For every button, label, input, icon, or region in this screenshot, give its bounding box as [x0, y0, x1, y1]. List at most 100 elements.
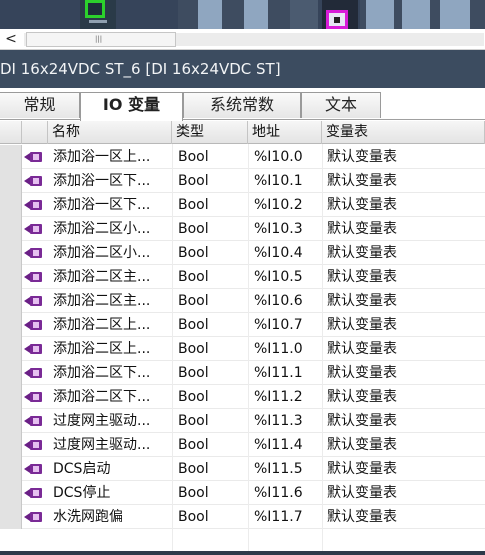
tag-table-cell[interactable]: 默认变量表 [327, 409, 477, 433]
tab-io-tags[interactable]: IO 变量 [80, 92, 183, 121]
tag-name-cell[interactable]: 添加浴二区小... [53, 217, 171, 241]
row-selector[interactable] [0, 193, 22, 217]
table-row[interactable]: 过度网主驱动... Bool %I11.4 默认变量表 [0, 433, 485, 457]
row-selector[interactable] [0, 409, 22, 433]
tag-name-cell[interactable]: 添加浴二区主... [53, 265, 171, 289]
tag-name-cell[interactable]: 添加浴二区上... [53, 337, 171, 361]
table-row[interactable]: 水洗网跑偏 Bool %I11.7 默认变量表 [0, 505, 485, 529]
tag-address-cell[interactable]: %I10.2 [254, 193, 320, 217]
module-slots-group[interactable] [178, 0, 318, 29]
tag-table-cell[interactable]: 默认变量表 [327, 337, 477, 361]
row-selector[interactable] [0, 457, 22, 481]
row-selector[interactable] [0, 217, 22, 241]
tag-address-cell[interactable]: %I10.5 [254, 265, 320, 289]
tag-table-cell[interactable]: 默认变量表 [327, 361, 477, 385]
row-selector[interactable] [0, 361, 22, 385]
tag-type-cell[interactable]: Bool [178, 289, 246, 313]
row-selector[interactable] [0, 481, 22, 505]
tag-type-cell[interactable]: Bool [178, 361, 246, 385]
header-tag-table[interactable]: 变量表 [322, 121, 485, 144]
tag-table-cell[interactable]: 默认变量表 [327, 145, 477, 169]
row-selector[interactable] [0, 241, 22, 265]
tag-table-cell[interactable]: 默认变量表 [327, 505, 477, 529]
header-select-column[interactable] [0, 121, 22, 144]
tag-table-cell[interactable]: 默认变量表 [327, 217, 477, 241]
header-type[interactable]: 类型 [172, 121, 248, 144]
tag-table-cell[interactable]: 默认变量表 [327, 433, 477, 457]
table-row[interactable]: 添加浴一区下... Bool %I10.1 默认变量表 [0, 169, 485, 193]
header-name[interactable]: 名称 [48, 121, 172, 144]
table-row[interactable]: DCS停止 Bool %I11.6 默认变量表 [0, 481, 485, 505]
tag-address-cell[interactable]: %I11.6 [254, 481, 320, 505]
table-row[interactable]: DCS启动 Bool %I11.5 默认变量表 [0, 457, 485, 481]
module-slots-group-right[interactable] [360, 0, 485, 29]
tag-name-cell[interactable]: 添加浴二区下... [53, 361, 171, 385]
table-row[interactable]: 添加浴二区小... Bool %I10.4 默认变量表 [0, 241, 485, 265]
tag-type-cell[interactable]: Bool [178, 241, 246, 265]
tag-address-cell[interactable]: %I11.3 [254, 409, 320, 433]
tab-general[interactable]: 常规 [0, 92, 80, 118]
tag-name-cell[interactable]: 添加浴一区上... [53, 145, 171, 169]
tag-table-cell[interactable]: 默认变量表 [327, 313, 477, 337]
tag-type-cell[interactable]: Bool [178, 193, 246, 217]
tag-table-cell[interactable]: 默认变量表 [327, 265, 477, 289]
tag-type-cell[interactable]: Bool [178, 313, 246, 337]
tag-name-cell[interactable]: 添加浴二区下... [53, 385, 171, 409]
tag-address-cell[interactable]: %I11.1 [254, 361, 320, 385]
tag-address-cell[interactable]: %I10.3 [254, 217, 320, 241]
tag-address-cell[interactable]: %I11.5 [254, 457, 320, 481]
tag-address-cell[interactable]: %I10.0 [254, 145, 320, 169]
table-row[interactable]: 添加浴一区上... Bool %I10.0 默认变量表 [0, 145, 485, 169]
row-selector[interactable] [0, 337, 22, 361]
header-address[interactable]: 地址 [248, 121, 322, 144]
tag-table-cell[interactable]: 默认变量表 [327, 481, 477, 505]
tab-system-constants[interactable]: 系统常数 [183, 92, 301, 118]
tag-type-cell[interactable]: Bool [178, 217, 246, 241]
tag-table-cell[interactable]: 默认变量表 [327, 457, 477, 481]
tag-name-cell[interactable]: 添加浴二区小... [53, 241, 171, 265]
row-selector[interactable] [0, 313, 22, 337]
module-status-green[interactable] [80, 0, 116, 29]
tag-address-cell[interactable]: %I11.0 [254, 337, 320, 361]
tag-type-cell[interactable]: Bool [178, 265, 246, 289]
table-row[interactable]: 添加浴一区下... Bool %I10.2 默认变量表 [0, 193, 485, 217]
tag-type-cell[interactable]: Bool [178, 385, 246, 409]
table-row[interactable]: 过度网主驱动... Bool %I11.3 默认变量表 [0, 409, 485, 433]
scroll-left-arrow-icon[interactable]: < [2, 31, 20, 47]
tag-name-cell[interactable]: DCS停止 [53, 481, 171, 505]
row-selector[interactable] [0, 169, 22, 193]
tag-name-cell[interactable]: 水洗网跑偏 [53, 505, 171, 529]
table-row[interactable]: 添加浴二区上... Bool %I11.0 默认变量表 [0, 337, 485, 361]
tag-type-cell[interactable]: Bool [178, 457, 246, 481]
tag-address-cell[interactable]: %I10.4 [254, 241, 320, 265]
row-selector[interactable] [0, 433, 22, 457]
tag-name-cell[interactable]: 添加浴一区下... [53, 193, 171, 217]
table-row[interactable]: 添加浴二区上... Bool %I10.7 默认变量表 [0, 313, 485, 337]
table-row[interactable]: 添加浴二区小... Bool %I10.3 默认变量表 [0, 217, 485, 241]
tag-name-cell[interactable]: 添加浴一区下... [53, 169, 171, 193]
row-selector[interactable] [0, 145, 22, 169]
tag-type-cell[interactable]: Bool [178, 169, 246, 193]
tag-table-cell[interactable]: 默认变量表 [327, 169, 477, 193]
horizontal-scrollbar[interactable]: < ||| [0, 29, 485, 50]
tag-table-cell[interactable]: 默认变量表 [327, 385, 477, 409]
tab-texts[interactable]: 文本 [301, 92, 381, 118]
tag-table-cell[interactable]: 默认变量表 [327, 289, 477, 313]
row-selector[interactable] [0, 505, 22, 529]
tag-type-cell[interactable]: Bool [178, 433, 246, 457]
tag-type-cell[interactable]: Bool [178, 481, 246, 505]
tag-name-cell[interactable]: 添加浴二区上... [53, 313, 171, 337]
tag-name-cell[interactable]: DCS启动 [53, 457, 171, 481]
tag-address-cell[interactable]: %I11.2 [254, 385, 320, 409]
table-row[interactable]: 添加浴二区下... Bool %I11.1 默认变量表 [0, 361, 485, 385]
tag-type-cell[interactable]: Bool [178, 409, 246, 433]
table-row[interactable]: 添加浴二区主... Bool %I10.5 默认变量表 [0, 265, 485, 289]
selected-module[interactable] [322, 0, 358, 29]
tag-address-cell[interactable]: %I10.7 [254, 313, 320, 337]
tag-address-cell[interactable]: %I11.7 [254, 505, 320, 529]
tag-address-cell[interactable]: %I10.6 [254, 289, 320, 313]
tag-name-cell[interactable]: 添加浴二区主... [53, 289, 171, 313]
tag-type-cell[interactable]: Bool [178, 505, 246, 529]
tag-address-cell[interactable]: %I11.4 [254, 433, 320, 457]
tag-table-cell[interactable]: 默认变量表 [327, 241, 477, 265]
